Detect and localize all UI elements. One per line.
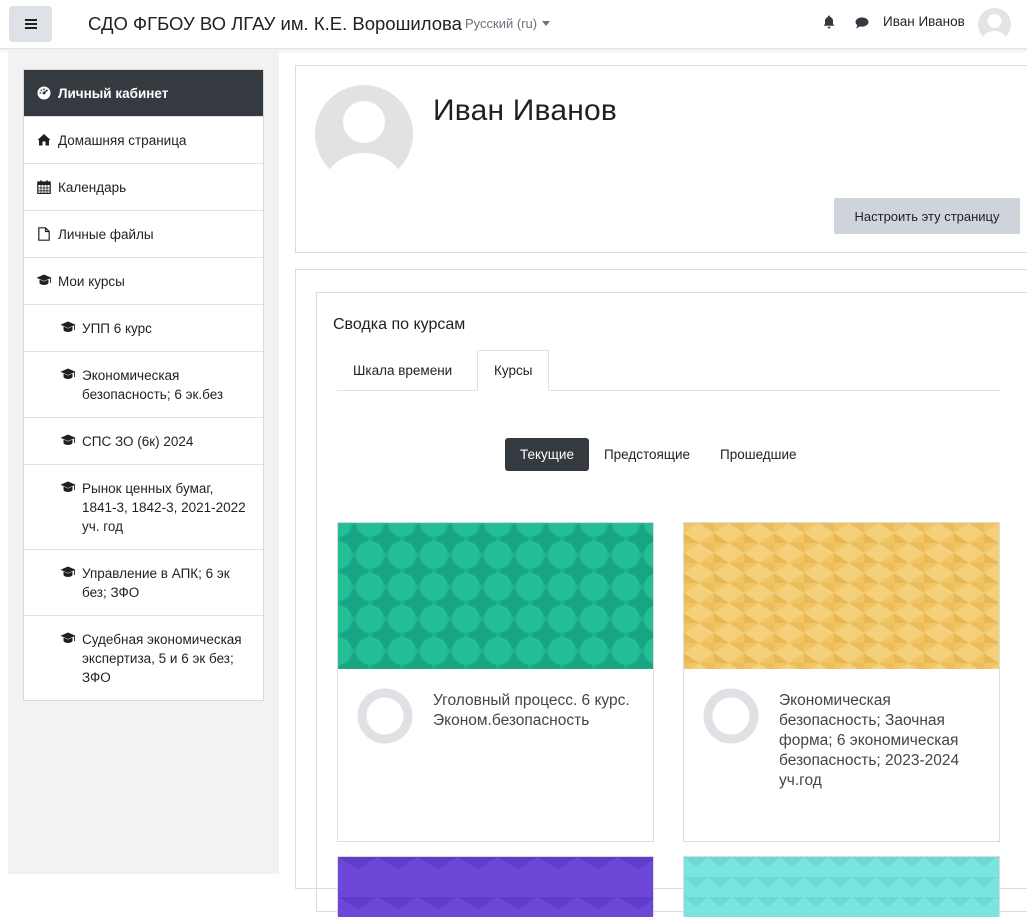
nav-item-home[interactable]: Домашняя страница: [24, 117, 263, 164]
calendar-icon: [36, 180, 52, 194]
user-avatar[interactable]: [978, 8, 1011, 41]
overview-tabs: Шкала времени Курсы: [337, 350, 1000, 391]
nav-item-label: Экономическая безопасность; 6 эк.без: [82, 368, 224, 402]
avatar-icon: [982, 14, 1007, 41]
profile-avatar: [315, 85, 413, 183]
drawer-nav-list: Личный кабинет Домашняя страница Календа…: [23, 69, 264, 701]
main-region: Сводка по курсам Шкала времени Курсы Тек…: [295, 269, 1027, 917]
avatar-icon: [326, 101, 402, 183]
course-card[interactable]: [337, 856, 654, 917]
page-header: Иван Иванов Настроить эту страницу: [295, 65, 1027, 253]
course-image[interactable]: [338, 523, 653, 669]
nav-item-course[interactable]: Управление в АПК; 6 эк без; ЗФО: [24, 550, 263, 616]
nav-item-course[interactable]: Судебная экономическая экспертиза, 5 и 6…: [24, 616, 263, 700]
messages-button[interactable]: [855, 16, 869, 34]
nav-item-label: Календарь: [58, 180, 127, 195]
tab-timeline[interactable]: Шкала времени: [337, 350, 468, 390]
course-image[interactable]: [684, 857, 999, 917]
graduation-cap-icon: [60, 434, 76, 446]
block-title: Сводка по курсам: [333, 316, 466, 333]
progress-label: 0%: [723, 711, 739, 723]
home-icon: [36, 133, 52, 146]
course-image[interactable]: [684, 523, 999, 669]
course-card[interactable]: 0% Уголовный процесс. 6 курс. Эконом.без…: [337, 522, 654, 842]
nav-item-calendar[interactable]: Календарь: [24, 164, 263, 211]
nav-item-label: УПП 6 курс: [82, 321, 152, 336]
course-filter-pills: Текущие Предстоящие Прошедшие: [505, 438, 812, 471]
nav-item-my-courses[interactable]: Мои курсы: [24, 258, 263, 305]
course-card[interactable]: 0% Экономическая безопасность; Заочная ф…: [683, 522, 1000, 842]
page-title: Иван Иванов: [433, 94, 617, 127]
nav-item-label: Рынок ценных бумаг, 1841-3, 1842-3, 2021…: [82, 481, 246, 534]
nav-item-course[interactable]: СПС ЗО (6к) 2024: [24, 418, 263, 465]
notifications-button[interactable]: [823, 15, 835, 34]
course-name-link[interactable]: Экономическая безопасность; Заочная форм…: [779, 691, 984, 791]
nav-item-label: Личный кабинет: [58, 86, 169, 101]
nav-item-course[interactable]: Экономическая безопасность; 6 эк.без: [24, 352, 263, 418]
graduation-cap-icon: [36, 274, 52, 286]
dashboard-icon: [36, 86, 52, 100]
file-icon: [36, 227, 52, 241]
graduation-cap-icon: [60, 368, 76, 380]
nav-item-label: Судебная экономическая экспертиза, 5 и 6…: [82, 632, 242, 685]
nav-item-dashboard[interactable]: Личный кабинет: [24, 70, 263, 117]
nav-item-private-files[interactable]: Личные файлы: [24, 211, 263, 258]
progress-chart: 0%: [703, 688, 759, 744]
course-name-link[interactable]: Уголовный процесс. 6 курс. Эконом.безопа…: [433, 691, 638, 731]
nav-item-label: Управление в АПК; 6 эк без; ЗФО: [82, 566, 230, 600]
hamburger-icon: [24, 19, 37, 29]
filter-in-progress[interactable]: Текущие: [505, 438, 589, 471]
nav-item-course[interactable]: УПП 6 курс: [24, 305, 263, 352]
course-image[interactable]: [338, 857, 653, 917]
nav-item-course[interactable]: Рынок ценных бумаг, 1841-3, 1842-3, 2021…: [24, 465, 263, 550]
filter-past[interactable]: Прошедшие: [705, 438, 812, 471]
nav-item-label: Мои курсы: [58, 274, 125, 289]
caret-down-icon: [542, 21, 551, 26]
bell-icon: [823, 15, 835, 29]
graduation-cap-icon: [60, 481, 76, 493]
customize-page-button[interactable]: Настроить эту страницу: [834, 198, 1020, 234]
nav-item-label: СПС ЗО (6к) 2024: [82, 434, 194, 449]
filter-future[interactable]: Предстоящие: [589, 438, 705, 471]
graduation-cap-icon: [60, 632, 76, 644]
course-card[interactable]: [683, 856, 1000, 917]
language-selector[interactable]: Русский (ru): [465, 16, 551, 31]
progress-chart: 0%: [357, 688, 413, 744]
nav-item-label: Личные файлы: [58, 227, 154, 242]
tab-courses[interactable]: Курсы: [477, 350, 550, 391]
top-navbar: СДО ФГБОУ ВО ЛГАУ им. К.Е. Ворошилова Ру…: [0, 0, 1027, 49]
menu-toggle-button[interactable]: [9, 6, 52, 42]
graduation-cap-icon: [60, 321, 76, 333]
site-title[interactable]: СДО ФГБОУ ВО ЛГАУ им. К.Е. Ворошилова: [88, 13, 462, 35]
nav-item-label: Домашняя страница: [58, 133, 187, 148]
progress-label: 0%: [377, 711, 393, 723]
graduation-cap-icon: [60, 566, 76, 578]
chat-bubble-icon: [855, 17, 869, 29]
course-overview-block: Сводка по курсам Шкала времени Курсы Тек…: [316, 292, 1027, 917]
language-label: Русский (ru): [465, 16, 538, 31]
user-menu-name[interactable]: Иван Иванов: [883, 14, 965, 29]
nav-drawer: Личный кабинет Домашняя страница Календа…: [8, 49, 279, 874]
